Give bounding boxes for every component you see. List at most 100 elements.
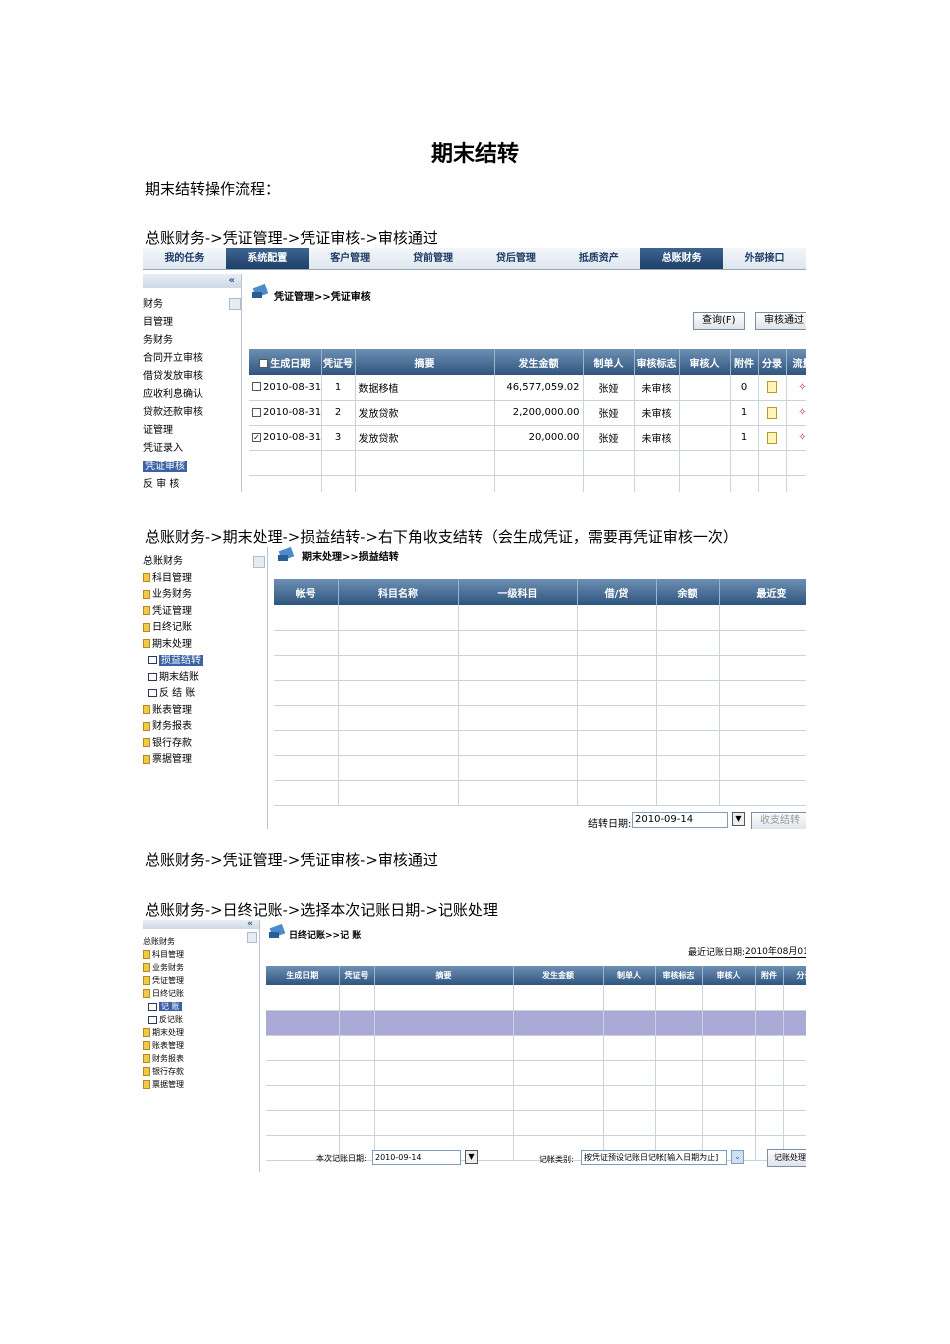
entry-file-icon[interactable] — [767, 406, 777, 419]
column-header[interactable]: 摘要 — [355, 349, 495, 375]
column-header[interactable]: 凭证号 — [321, 349, 356, 375]
sidebar-item[interactable]: 票据管理 — [143, 1078, 259, 1091]
column-header[interactable]: 一级科目 — [458, 579, 578, 605]
tab-my-tasks[interactable]: 我的任务 — [143, 248, 226, 269]
sidebar-item[interactable]: 反记账 — [143, 1013, 259, 1026]
approve-button[interactable]: 审核通过 — [755, 312, 806, 330]
row-checkbox[interactable] — [252, 407, 261, 417]
column-header[interactable]: 分录 — [783, 966, 806, 985]
sidebar-item[interactable]: 日终记账 — [143, 987, 259, 1000]
table-row[interactable]: 2010-08-31 1 数据移植 46,577,059.02 张娅 未审核 0… — [249, 375, 806, 401]
sidebar-item[interactable]: 证管理 — [143, 422, 241, 440]
table-row[interactable]: ✓ 2010-08-31 3 发放贷款 20,000.00 张娅 未审核 1 ✧ — [249, 425, 806, 451]
sidebar-item[interactable]: 业务财务 — [143, 587, 267, 604]
sidebar-item-selected[interactable]: 损益结转 — [143, 653, 267, 670]
scroll-arrow-icon[interactable] — [247, 932, 257, 943]
sidebar-item-selected[interactable]: 记 账 — [143, 1000, 259, 1013]
flow-link-icon[interactable]: ✧ — [798, 382, 806, 393]
column-header[interactable]: 流量 — [786, 349, 806, 375]
sidebar-item[interactable]: 反 结 账 — [143, 686, 267, 703]
sidebar-item[interactable]: 期末结账 — [143, 670, 267, 687]
column-header[interactable]: 制单人 — [603, 966, 656, 985]
table-row[interactable]: 2010-08-31 2 发放贷款 2,200,000.00 张娅 未审核 1 … — [249, 400, 806, 426]
scroll-arrow-icon[interactable] — [229, 298, 241, 310]
tab-post-loan[interactable]: 贷后管理 — [475, 248, 558, 269]
scroll-arrow-icon[interactable] — [253, 556, 265, 568]
tab-system-config[interactable]: 系统配置 — [225, 248, 309, 269]
dropdown-arrow-icon[interactable]: ▼ — [732, 812, 745, 826]
sidebar-item[interactable]: 反 审 核 — [143, 476, 241, 492]
sidebar-item[interactable]: 票据管理 — [143, 752, 267, 769]
collapse-icon[interactable]: « — [143, 920, 259, 929]
sidebar-item-selected[interactable]: 凭证审核 — [143, 458, 241, 476]
sidebar-item[interactable]: 总账财务 — [143, 554, 267, 571]
table-row-selected[interactable] — [266, 1010, 806, 1036]
entry-file-icon[interactable] — [767, 381, 777, 394]
sidebar-item[interactable]: 财务 — [143, 296, 241, 314]
column-header[interactable]: 审核人 — [702, 966, 756, 985]
sidebar-item[interactable]: 科目管理 — [143, 571, 267, 588]
tab-collateral[interactable]: 抵质资产 — [557, 248, 640, 269]
column-header[interactable]: 帐号 — [274, 579, 339, 605]
column-header[interactable]: 发生金额 — [494, 349, 584, 375]
sidebar-item[interactable]: 总账财务 — [143, 935, 259, 948]
column-header[interactable]: 附件 — [755, 966, 784, 985]
posting-date-input[interactable]: 2010-09-14 — [372, 1150, 461, 1165]
column-header[interactable]: 生成日期 — [266, 966, 340, 985]
flow-link-icon[interactable]: ✧ — [798, 407, 806, 418]
column-header[interactable]: 审核标志 — [655, 966, 703, 985]
sidebar-item[interactable]: 科目管理 — [143, 948, 259, 961]
tab-customer[interactable]: 客户管理 — [309, 248, 392, 269]
sidebar-item[interactable]: 账表管理 — [143, 1039, 259, 1052]
income-expense-transfer-button[interactable]: 收支结转 — [751, 812, 806, 829]
table-row — [274, 655, 806, 681]
sidebar-item[interactable]: 账表管理 — [143, 703, 267, 720]
sidebar-item[interactable]: 财务报表 — [143, 1052, 259, 1065]
sidebar-item[interactable]: 合同开立审核 — [143, 350, 241, 368]
sidebar-item[interactable]: 凭证录入 — [143, 440, 241, 458]
sidebar-item[interactable]: 业务财务 — [143, 961, 259, 974]
row-checkbox[interactable] — [252, 382, 261, 392]
sidebar-item[interactable]: 应收利息确认 — [143, 386, 241, 404]
entry-file-icon[interactable] — [767, 431, 777, 444]
tab-external[interactable]: 外部接口 — [723, 248, 806, 269]
column-header[interactable]: 审核标志 — [634, 349, 680, 375]
column-header[interactable]: 凭证号 — [339, 966, 375, 985]
sidebar-item[interactable]: 务财务 — [143, 332, 241, 350]
column-header[interactable]: 制单人 — [583, 349, 635, 375]
column-header[interactable]: 分录 — [758, 349, 787, 375]
column-header[interactable]: 生成日期 — [249, 349, 322, 375]
column-header[interactable]: 附件 — [730, 349, 759, 375]
sidebar-item[interactable]: 财务报表 — [143, 719, 267, 736]
tab-general-ledger[interactable]: 总账财务 — [640, 248, 724, 269]
posting-process-button[interactable]: 记账处理 — [767, 1149, 806, 1167]
collapse-icon[interactable]: « — [143, 274, 241, 288]
sidebar-item[interactable]: 凭证管理 — [143, 974, 259, 987]
sidebar-item[interactable]: 贷款还款审核 — [143, 404, 241, 422]
sidebar-item[interactable]: 银行存款 — [143, 736, 267, 753]
column-header[interactable]: 余额 — [656, 579, 720, 605]
column-header[interactable]: 发生金额 — [513, 966, 604, 985]
step-2-text: 总账财务->期末处理->损益结转->右下角收支结转（会生成凭证，需要再凭证审核一… — [145, 528, 738, 546]
row-checkbox[interactable]: ✓ — [252, 432, 261, 442]
transfer-date-input[interactable]: 2010-09-14 — [632, 812, 728, 828]
column-header[interactable]: 摘要 — [374, 966, 514, 985]
column-header[interactable]: 审核人 — [679, 349, 731, 375]
chevron-down-icon[interactable]: ⌄ — [731, 1150, 744, 1164]
flow-link-icon[interactable]: ✧ — [798, 432, 806, 443]
sidebar-item[interactable]: 期末处理 — [143, 1026, 259, 1039]
sidebar-item[interactable]: 日终记账 — [143, 620, 267, 637]
sidebar-item[interactable]: 借贷发放审核 — [143, 368, 241, 386]
sidebar-item[interactable]: 目管理 — [143, 314, 241, 332]
sidebar-item[interactable]: 期末处理 — [143, 637, 267, 654]
tab-pre-loan[interactable]: 贷前管理 — [392, 248, 475, 269]
column-header[interactable]: 科目名称 — [338, 579, 459, 605]
select-all-checkbox[interactable] — [259, 359, 269, 368]
column-header[interactable]: 最近变 — [719, 579, 806, 605]
dropdown-arrow-icon[interactable]: ▼ — [465, 1150, 478, 1164]
sidebar-item[interactable]: 银行存款 — [143, 1065, 259, 1078]
sidebar-item[interactable]: 凭证管理 — [143, 604, 267, 621]
column-header[interactable]: 借/贷 — [577, 579, 657, 605]
posting-type-select[interactable]: 按凭证预设记账日记帐[输入日期为止] — [581, 1150, 727, 1165]
query-button[interactable]: 查询(F) — [693, 312, 745, 330]
